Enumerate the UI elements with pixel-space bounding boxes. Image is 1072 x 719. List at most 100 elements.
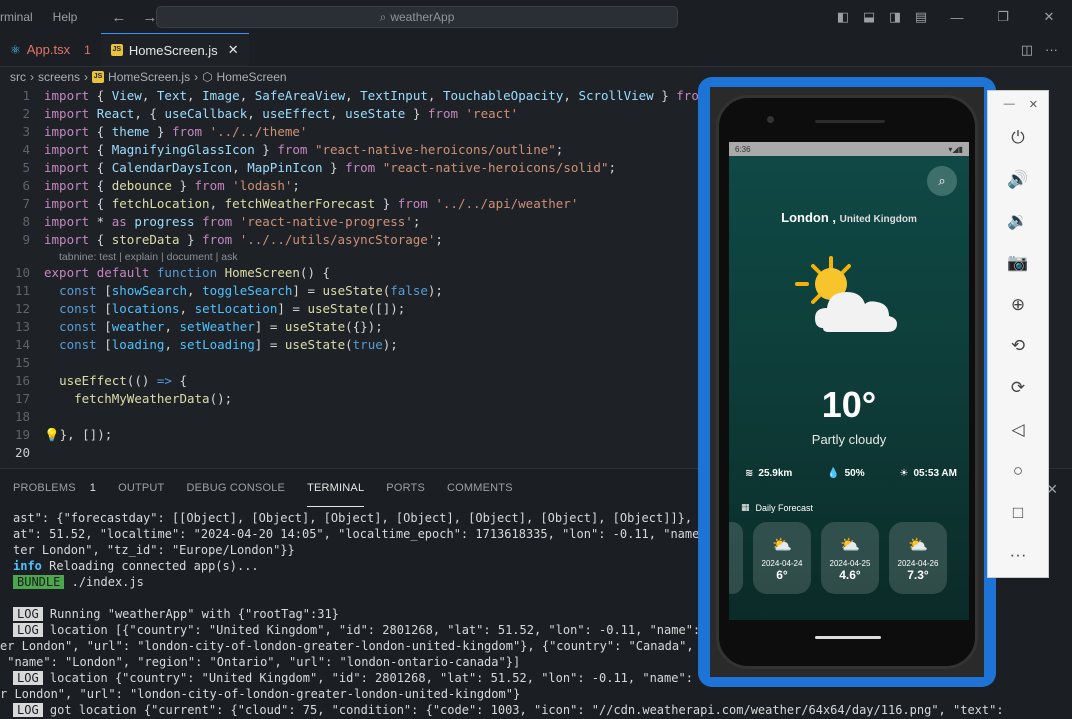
terminal-line: info Reloading connected app(s)...	[13, 559, 259, 573]
terminal-line: BUNDLE ./index.js	[13, 575, 144, 591]
sunrise-value: 05:53 AM	[913, 468, 957, 479]
zoom-icon[interactable]: ⊕	[988, 284, 1048, 326]
problem-count-badge: 1	[84, 42, 91, 57]
tab-comments[interactable]: COMMENTS	[447, 469, 513, 507]
volume-down-icon[interactable]: 🔉	[988, 200, 1048, 242]
search-label: weatherApp	[390, 10, 455, 24]
terminal-line: "name": "London", "region": "Ontario", "…	[0, 655, 521, 669]
emulator-display: 6:36 ▾◢▮ ⌕ London , United Kingdom 10° P…	[710, 87, 984, 677]
condition-text: Partly cloudy	[811, 432, 887, 447]
more-icon[interactable]: ···	[988, 534, 1048, 576]
emulator-window: 6:36 ▾◢▮ ⌕ London , United Kingdom 10° P…	[698, 77, 996, 687]
command-center-search[interactable]: ⌕ weatherApp	[156, 6, 678, 28]
forecast-card[interactable]	[729, 522, 743, 594]
log-tag: LOG	[13, 623, 43, 637]
wind-icon: ≋	[745, 468, 754, 479]
code-line: 11 const [showSearch, toggleSearch] = us…	[14, 283, 443, 298]
code-line: 7 import { fetchLocation, fetchWeatherFor…	[22, 196, 579, 211]
breadcrumb-item[interactable]: screens	[38, 70, 80, 84]
rotate-left-icon[interactable]: ⟲	[988, 325, 1048, 367]
terminal-line: LOG location [{"country": "United Kingdo…	[13, 623, 751, 639]
terminal-line: er London", "url": "london-city-of-londo…	[0, 639, 737, 653]
wind-value: 25.9km	[758, 468, 793, 479]
close-tab-icon[interactable]: ✕	[228, 42, 239, 58]
breadcrumb-item[interactable]: HomeScreen	[217, 70, 287, 84]
daily-label: Daily Forecast	[755, 502, 814, 513]
forecast-scroll[interactable]: ⛅ 2024-04-24 6° ⛅ 2024-04-25 4.6° ⛅ 2024…	[729, 522, 947, 594]
code-line: 1 import { View, Text, Image, SafeAreaVie…	[22, 88, 700, 103]
more-actions-icon[interactable]: ···	[1045, 42, 1058, 58]
code-line: 16 useEffect(() => {	[14, 373, 188, 388]
terminal-line: at": 51.52, "localtime": "2024-04-20 14:…	[13, 527, 765, 541]
customize-layout-icon[interactable]: ▤	[908, 9, 934, 25]
forecast-card[interactable]: ⛅ 2024-04-24 6°	[753, 522, 811, 594]
code-line: 18	[14, 409, 30, 424]
tab-ports[interactable]: PORTS	[386, 469, 425, 507]
code-line: 15	[14, 355, 30, 370]
minimize-button[interactable]: —	[934, 10, 980, 25]
toggle-secondary-sidebar-icon[interactable]: ◨	[882, 9, 908, 25]
minimize-emulator-icon[interactable]: —	[1004, 98, 1015, 110]
terminal-line: ter London", "tz_id": "Europe/London"}}	[13, 543, 295, 557]
tab-label: HomeScreen.js	[128, 42, 218, 58]
split-editor-icon[interactable]: ◫	[1021, 42, 1033, 58]
camera-icon	[767, 116, 774, 123]
cloud-icon: ⛅	[772, 536, 792, 554]
code-line: 9 import { storeData } from '../../utils/…	[22, 232, 443, 247]
forecast-card[interactable]: ⛅ 2024-04-25 4.6°	[821, 522, 879, 594]
close-emulator-icon[interactable]: ✕	[1029, 98, 1038, 111]
weather-stats: ≋ 25.9km 💧 50% ☀ 05:53 AM	[745, 468, 957, 479]
toggle-sidebar-icon[interactable]: ◧	[830, 9, 856, 25]
drop-icon: 💧	[827, 468, 840, 479]
log-tag: LOG	[13, 671, 43, 685]
tab-debug-console[interactable]: DEBUG CONSOLE	[186, 469, 285, 507]
code-line: 19 💡}, []);	[14, 427, 113, 442]
title-bar: rminal Help ← → ⌕ weatherApp ◧ ⬓ ◨ ▤ — ❐…	[0, 0, 1072, 34]
log-tag: LOG	[13, 607, 43, 621]
country-name: United Kingdom	[839, 214, 917, 225]
volume-up-icon[interactable]: 🔊	[988, 159, 1048, 201]
code-line: 10 export default function HomeScreen() {	[14, 265, 331, 280]
close-window-button[interactable]: ✕	[1026, 9, 1072, 25]
tab-app-tsx[interactable]: ⚛ App.tsx 1	[0, 33, 101, 66]
editor-actions: ◫ ···	[1021, 42, 1072, 58]
terminal-line: LOG Running "weatherApp" with {"rootTag"…	[13, 607, 339, 623]
cloud-icon: ⛅	[908, 536, 928, 554]
daily-forecast-header: ▦ Daily Forecast	[741, 502, 813, 513]
breadcrumb-item[interactable]: HomeScreen.js	[108, 70, 190, 84]
tab-output[interactable]: OUTPUT	[118, 469, 164, 507]
tab-problems[interactable]: PROBLEMS 1	[13, 469, 96, 507]
code-editor[interactable]: 1 import { View, Text, Image, SafeAreaVie…	[0, 88, 700, 468]
lightbulb-icon[interactable]: 💡	[44, 427, 60, 442]
search-button[interactable]: ⌕	[927, 166, 957, 196]
code-line: 3 import { theme } from '../../theme'	[22, 124, 308, 139]
tab-terminal[interactable]: TERMINAL	[307, 469, 365, 507]
home-icon[interactable]: ○	[988, 451, 1048, 493]
back-icon[interactable]: ◁	[988, 409, 1048, 451]
rotate-right-icon[interactable]: ⟳	[988, 367, 1048, 409]
home-indicator[interactable]	[815, 636, 881, 639]
forecast-date: 2024-04-26	[897, 558, 939, 568]
menu-help[interactable]: Help	[43, 10, 88, 24]
overview-icon[interactable]: □	[988, 492, 1048, 534]
toggle-panel-icon[interactable]: ⬓	[856, 9, 882, 25]
back-arrow-icon[interactable]: ←	[103, 9, 134, 26]
code-line: 12 const [locations, setLocation] = useS…	[14, 301, 406, 316]
symbol-icon: ⬡	[202, 70, 213, 84]
restore-button[interactable]: ❐	[980, 9, 1026, 25]
terminal-line: ast": {"forecastday": [[Object], [Object…	[13, 511, 758, 525]
app-screen[interactable]: 6:36 ▾◢▮ ⌕ London , United Kingdom 10° P…	[729, 142, 969, 620]
partly-cloudy-icon	[795, 256, 897, 332]
log-tag: LOG	[13, 703, 43, 717]
camera-screenshot-icon[interactable]: 📷	[988, 242, 1048, 284]
menu-terminal[interactable]: rminal	[0, 10, 43, 24]
codelens[interactable]: tabnine: test | explain | document | ask	[59, 251, 238, 263]
code-line: 20	[14, 445, 30, 460]
tab-homescreen-js[interactable]: JS HomeScreen.js ✕	[100, 33, 249, 66]
forecast-date: 2024-04-24	[761, 558, 803, 568]
breadcrumb-item[interactable]: src	[10, 70, 26, 84]
power-icon[interactable]: ⏻	[988, 117, 1048, 159]
forecast-card[interactable]: ⛅ 2024-04-26 7.3°	[889, 522, 947, 594]
forecast-temp: 7.3°	[907, 567, 929, 582]
code-line: 2 import React, { useCallback, useEffect,…	[22, 106, 519, 121]
